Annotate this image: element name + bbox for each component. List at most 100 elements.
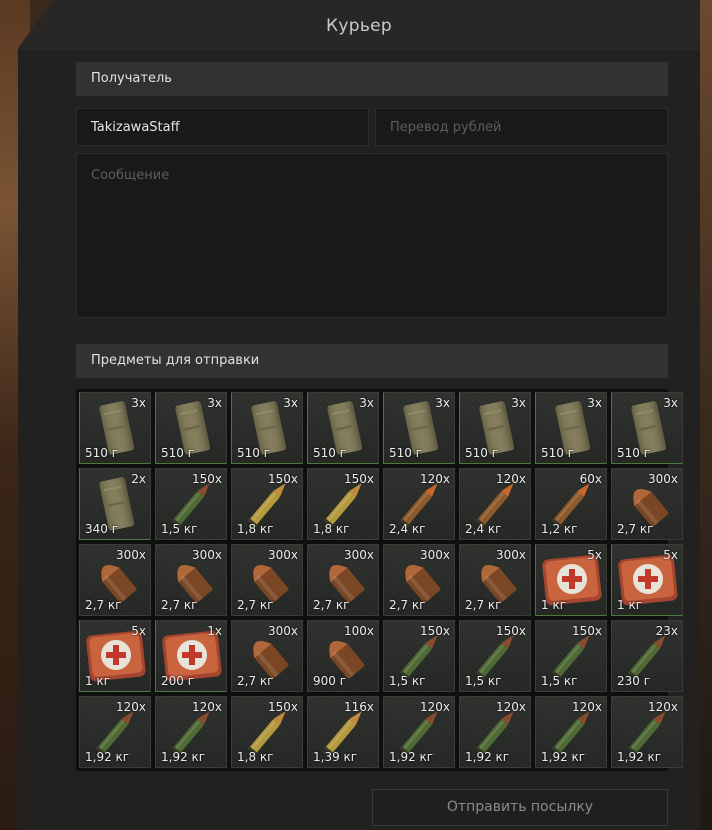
item-quantity: 150x [191, 472, 222, 486]
item-slot[interactable]: 23x 230 г [611, 620, 683, 692]
item-slot[interactable]: 3x 510 г [307, 392, 379, 464]
item-quantity: 300x [115, 548, 146, 562]
item-weight: 510 г [85, 446, 119, 460]
item-quantity: 300x [343, 548, 374, 562]
item-slot[interactable]: 100x 900 г [307, 620, 379, 692]
items-grid: 3x 510 г 3x 510 г 3x 510 г 3x 510 г 3x 5… [76, 389, 683, 771]
item-slot[interactable]: 300x 2,7 кг [383, 544, 455, 616]
recipient-name-field[interactable]: TakizawaStaff [76, 108, 369, 146]
item-slot[interactable]: 3x 510 г [459, 392, 531, 464]
item-quantity: 2x [131, 472, 146, 486]
item-slot[interactable]: 150x 1,5 кг [155, 468, 227, 540]
item-slot[interactable]: 120x 1,92 кг [611, 696, 683, 768]
item-weight: 2,4 кг [465, 522, 502, 536]
item-quantity: 300x [191, 548, 222, 562]
item-weight: 1,92 кг [617, 750, 662, 764]
item-slot[interactable]: 3x 510 г [155, 392, 227, 464]
item-weight: 1,39 кг [313, 750, 358, 764]
send-package-button[interactable]: Отправить посылку [372, 789, 668, 826]
item-quantity: 300x [267, 624, 298, 638]
courier-window: Курьер Получатель TakizawaStaff Перевод … [18, 0, 700, 830]
item-weight: 2,7 кг [85, 598, 122, 612]
item-quantity: 150x [419, 624, 450, 638]
item-slot[interactable]: 150x 1,5 кг [383, 620, 455, 692]
item-weight: 1 кг [541, 598, 567, 612]
item-slot[interactable]: 3x 510 г [535, 392, 607, 464]
item-slot[interactable]: 150x 1,8 кг [307, 468, 379, 540]
item-slot[interactable]: 120x 1,92 кг [459, 696, 531, 768]
item-slot[interactable]: 120x 1,92 кг [155, 696, 227, 768]
item-slot[interactable]: 2x 340 г [79, 468, 151, 540]
item-quantity: 300x [495, 548, 526, 562]
item-slot[interactable]: 3x 510 г [231, 392, 303, 464]
item-slot[interactable]: 120x 2,4 кг [383, 468, 455, 540]
item-quantity: 3x [435, 396, 450, 410]
item-quantity: 150x [571, 624, 602, 638]
item-weight: 1,92 кг [161, 750, 206, 764]
recipient-header: Получатель [76, 62, 668, 96]
item-slot[interactable]: 120x 1,92 кг [535, 696, 607, 768]
item-weight: 2,7 кг [465, 598, 502, 612]
item-quantity: 100x [343, 624, 374, 638]
item-slot[interactable]: 120x 2,4 кг [459, 468, 531, 540]
item-quantity: 120x [495, 700, 526, 714]
item-weight: 340 г [85, 522, 119, 536]
item-slot[interactable]: 120x 1,92 кг [79, 696, 151, 768]
item-quantity: 5x [663, 548, 678, 562]
item-quantity: 120x [191, 700, 222, 714]
item-slot[interactable]: 150x 1,8 кг [231, 696, 303, 768]
item-slot[interactable]: 60x 1,2 кг [535, 468, 607, 540]
item-weight: 1,5 кг [161, 522, 198, 536]
item-slot[interactable]: 3x 510 г [383, 392, 455, 464]
item-slot[interactable]: 300x 2,7 кг [307, 544, 379, 616]
item-quantity: 5x [131, 624, 146, 638]
item-slot[interactable]: 116x 1,39 кг [307, 696, 379, 768]
item-quantity: 120x [419, 472, 450, 486]
item-quantity: 150x [495, 624, 526, 638]
item-quantity: 3x [359, 396, 374, 410]
item-slot[interactable]: 300x 2,7 кг [79, 544, 151, 616]
item-weight: 1,92 кг [389, 750, 434, 764]
item-weight: 510 г [237, 446, 271, 460]
item-weight: 2,7 кг [237, 674, 274, 688]
item-quantity: 60x [579, 472, 602, 486]
item-slot[interactable]: 150x 1,8 кг [231, 468, 303, 540]
item-weight: 2,7 кг [313, 598, 350, 612]
item-weight: 2,7 кг [237, 598, 274, 612]
item-weight: 2,4 кг [389, 522, 426, 536]
item-quantity: 5x [587, 548, 602, 562]
item-slot[interactable]: 150x 1,5 кг [535, 620, 607, 692]
message-field[interactable]: Сообщение [76, 153, 668, 318]
item-weight: 1,8 кг [237, 522, 274, 536]
item-slot[interactable]: 300x 2,7 кг [231, 544, 303, 616]
item-slot[interactable]: 5x 1 кг [79, 620, 151, 692]
item-slot[interactable]: 1x 200 г [155, 620, 227, 692]
item-weight: 1,92 кг [465, 750, 510, 764]
item-weight: 510 г [389, 446, 423, 460]
item-quantity: 120x [419, 700, 450, 714]
item-slot[interactable]: 300x 2,7 кг [459, 544, 531, 616]
item-slot[interactable]: 5x 1 кг [611, 544, 683, 616]
item-slot[interactable]: 300x 2,7 кг [611, 468, 683, 540]
item-quantity: 150x [267, 700, 298, 714]
item-weight: 1,92 кг [541, 750, 586, 764]
item-slot[interactable]: 3x 510 г [611, 392, 683, 464]
item-slot[interactable]: 3x 510 г [79, 392, 151, 464]
item-weight: 510 г [617, 446, 651, 460]
rubles-transfer-field[interactable]: Перевод рублей [375, 108, 668, 146]
item-quantity: 1x [207, 624, 222, 638]
item-weight: 2,7 кг [617, 522, 654, 536]
item-quantity: 120x [571, 700, 602, 714]
items-header: Предметы для отправки [76, 344, 668, 378]
item-weight: 1,5 кг [389, 674, 426, 688]
item-slot[interactable]: 120x 1,92 кг [383, 696, 455, 768]
item-slot[interactable]: 300x 2,7 кг [231, 620, 303, 692]
title-bar: Курьер [18, 0, 700, 50]
item-slot[interactable]: 5x 1 кг [535, 544, 607, 616]
item-slot[interactable]: 300x 2,7 кг [155, 544, 227, 616]
item-weight: 2,7 кг [161, 598, 198, 612]
item-quantity: 120x [115, 700, 146, 714]
item-weight: 510 г [541, 446, 575, 460]
item-slot[interactable]: 150x 1,5 кг [459, 620, 531, 692]
item-quantity: 116x [343, 700, 374, 714]
